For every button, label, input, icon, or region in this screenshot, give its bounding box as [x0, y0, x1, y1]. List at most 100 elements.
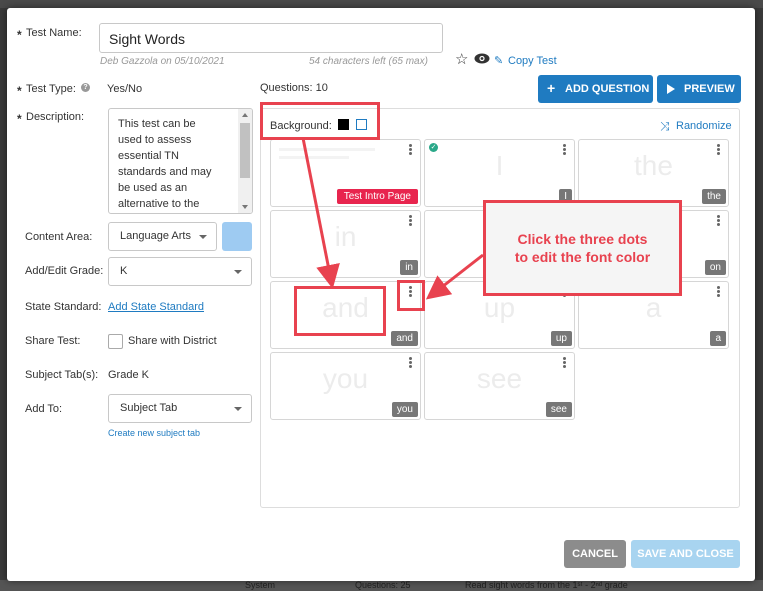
description-line: essential TN — [118, 150, 179, 162]
plus-icon: + — [547, 80, 556, 96]
preview-button[interactable]: PREVIEW — [657, 75, 741, 103]
pencil-icon: ✎ — [494, 55, 504, 67]
description-text: This test can be used to assess essentia… — [118, 116, 212, 212]
create-subject-tab-link[interactable]: Create new subject tab — [108, 428, 200, 438]
author-line: Deb Gazzola on 05/10/2021 — [100, 56, 225, 67]
share-test-label: Share Test: — [25, 335, 81, 347]
description-textarea[interactable]: This test can be used to assess essentia… — [108, 108, 253, 214]
question-tile[interactable]: Test Intro Page — [270, 139, 421, 207]
more-options-icon[interactable] — [563, 357, 567, 368]
question-tile[interactable]: the the — [578, 139, 729, 207]
chevron-down-icon — [199, 235, 207, 239]
background-page-bottom: System Questions: 25 Read sight words fr… — [0, 580, 763, 591]
description-line: alternative to the — [118, 198, 200, 210]
play-icon — [667, 84, 675, 94]
description-line: standards and may — [118, 166, 212, 178]
share-district-checkbox[interactable] — [108, 334, 123, 349]
cancel-button[interactable]: CANCEL — [564, 540, 626, 568]
tile-tag: a — [710, 331, 726, 346]
annotation-line: Click the three dots — [517, 231, 648, 247]
content-area-select[interactable]: Language Arts — [108, 222, 217, 251]
content-area-color-swatch[interactable] — [222, 222, 252, 251]
scroll-up-icon[interactable] — [242, 113, 248, 117]
chevron-down-icon — [234, 407, 242, 411]
more-options-icon[interactable] — [409, 357, 413, 368]
add-question-button[interactable]: + ADD QUESTION — [538, 75, 653, 103]
required-marker: * — [17, 84, 22, 98]
tile-tag: in — [400, 260, 418, 275]
intro-placeholder — [279, 148, 375, 151]
test-name-label: Test Name: — [26, 27, 82, 39]
preview-eye-icon[interactable] — [474, 53, 490, 64]
add-to-value: Subject Tab — [120, 402, 178, 414]
question-tile[interactable]: in in — [270, 210, 421, 278]
bg-row-text: Read sight words from the 1ˢᵗ - 2ⁿᵈ grad… — [465, 580, 628, 590]
annotation-highlight-word — [294, 286, 386, 336]
required-marker: * — [17, 28, 22, 42]
test-type-label: Test Type: — [26, 83, 76, 95]
add-question-label: ADD QUESTION — [565, 83, 650, 95]
test-name-value: Sight Words — [109, 31, 185, 47]
description-label: Description: — [26, 111, 85, 123]
content-area-value: Language Arts — [120, 230, 191, 242]
subject-tabs-value: Grade K — [108, 369, 149, 381]
shuffle-icon[interactable]: ⤨ — [660, 119, 670, 134]
tile-tag: and — [391, 331, 418, 346]
tile-word: the — [634, 150, 673, 181]
tile-word: a — [645, 292, 662, 323]
intro-placeholder — [279, 156, 349, 159]
more-options-icon[interactable] — [717, 144, 721, 155]
content-area-label: Content Area: — [25, 231, 93, 243]
grade-value: K — [120, 265, 128, 277]
description-line: be used as an — [118, 182, 188, 194]
annotation-highlight-background — [260, 102, 380, 140]
tile-tag: up — [550, 331, 572, 346]
more-options-icon[interactable] — [563, 144, 567, 155]
add-state-standard-link[interactable]: Add State Standard — [108, 301, 204, 313]
scroll-down-icon[interactable] — [242, 205, 248, 209]
share-district-label: Share with District — [128, 335, 217, 347]
randomize-link[interactable]: Randomize — [676, 120, 732, 132]
question-tile[interactable]: ✓ I I — [424, 139, 575, 207]
grade-select[interactable]: K — [108, 257, 252, 286]
tile-word: I — [495, 150, 504, 181]
test-name-input[interactable]: Sight Words — [99, 23, 443, 53]
tile-word: you — [322, 363, 369, 394]
tile-tag: on — [704, 260, 726, 275]
help-icon[interactable]: ? — [81, 83, 90, 92]
annotation-callout: Click the three dots to edit the font co… — [483, 200, 682, 296]
more-options-icon[interactable] — [717, 215, 721, 226]
copy-test-link[interactable]: Copy Test — [508, 55, 557, 67]
save-and-close-button[interactable]: SAVE AND CLOSE — [631, 540, 740, 568]
more-options-icon[interactable] — [409, 215, 413, 226]
annotation-line: to edit the font color — [514, 249, 651, 265]
tile-tag: Test Intro Page — [336, 189, 418, 204]
add-to-select[interactable]: Subject Tab — [108, 394, 252, 423]
bg-questions-count: Questions: 25 — [355, 580, 411, 590]
tile-tag: the — [702, 189, 726, 204]
bg-system-text: System — [245, 580, 276, 590]
questions-count: Questions: 10 — [260, 82, 328, 94]
description-scrollbar[interactable] — [238, 109, 252, 213]
subject-tabs-label: Subject Tab(s): — [25, 369, 99, 381]
chevron-down-icon — [234, 270, 242, 274]
required-marker: * — [17, 112, 22, 126]
scroll-thumb[interactable] — [240, 123, 250, 178]
question-tile[interactable]: you you — [270, 352, 421, 420]
more-options-icon[interactable] — [717, 286, 721, 297]
add-to-label: Add To: — [25, 403, 63, 415]
background-page-top — [0, 0, 763, 8]
tile-word: up — [483, 292, 516, 323]
test-type-value: Yes/No — [107, 83, 143, 95]
more-options-icon[interactable] — [409, 144, 413, 155]
question-tile[interactable]: see see — [424, 352, 575, 420]
tile-tag: see — [545, 402, 572, 417]
tile-word: see — [476, 363, 523, 394]
favorite-star-icon[interactable]: ☆ — [455, 50, 468, 68]
description-line: This test can be — [118, 118, 196, 130]
grade-label: Add/Edit Grade: — [25, 265, 104, 277]
description-line: used to assess — [118, 134, 192, 146]
state-standard-label: State Standard: — [25, 301, 102, 313]
tile-tag: you — [391, 402, 418, 417]
tile-word: in — [334, 221, 357, 252]
